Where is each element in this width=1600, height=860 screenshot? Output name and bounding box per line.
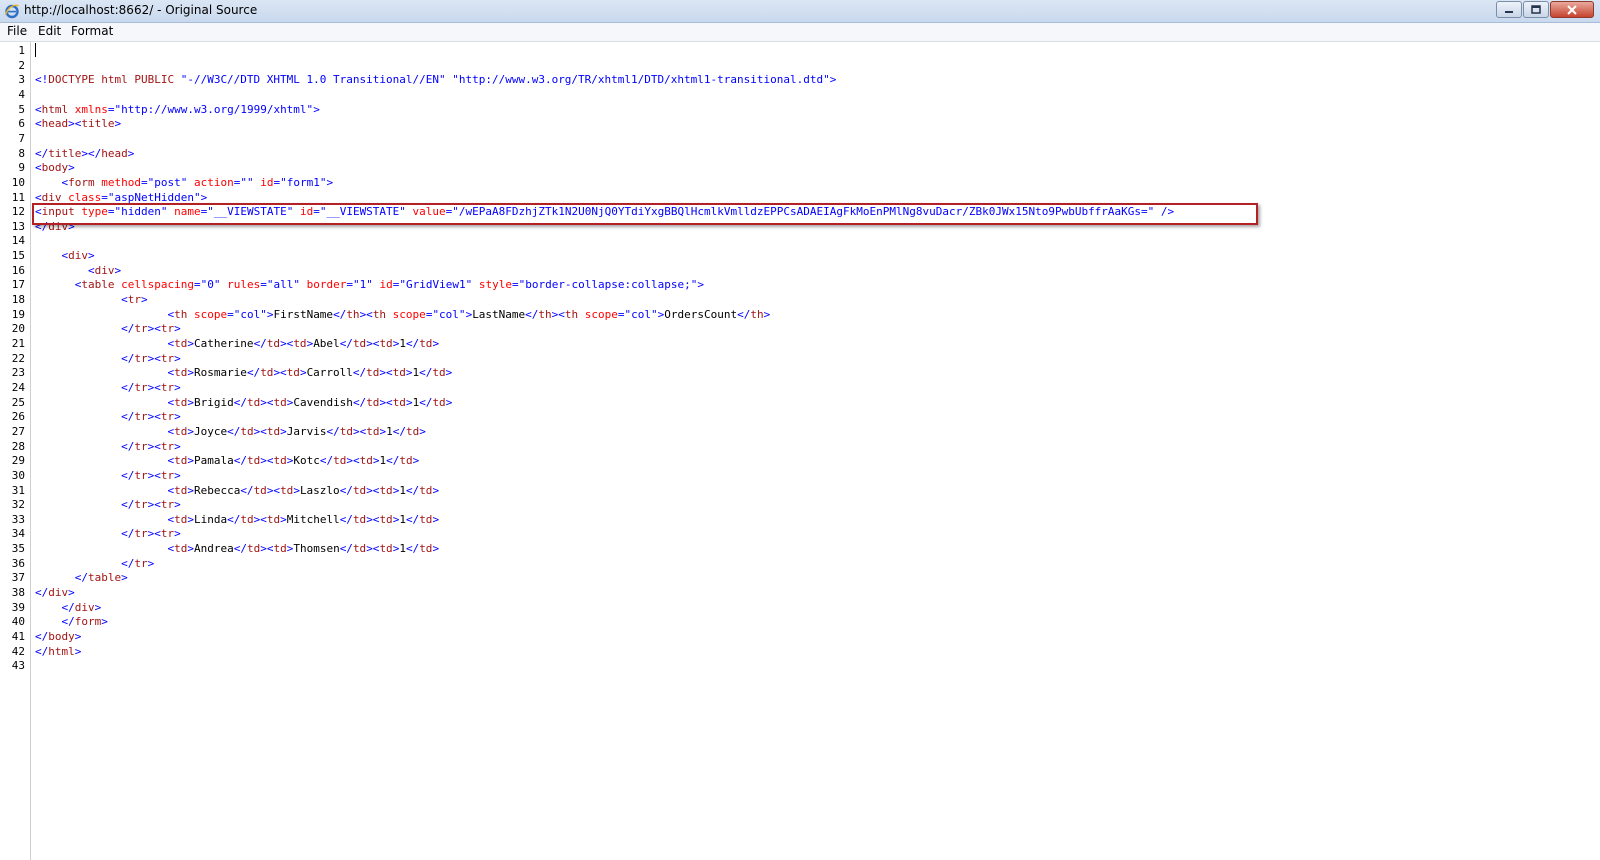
code-line: <td>Brigid</td><td>Cavendish</td><td>1</… <box>167 395 453 409</box>
line-number: 20 <box>11 322 25 336</box>
line-number: 43 <box>11 659 25 673</box>
text-cursor <box>35 43 36 57</box>
line-number: 16 <box>11 263 25 277</box>
line-number: 40 <box>11 615 25 629</box>
code-line: <div> <box>87 263 122 277</box>
code-line: </tr><tr> <box>121 498 181 512</box>
line-number: 5 <box>18 102 25 116</box>
close-button[interactable] <box>1550 1 1594 18</box>
line-number-gutter: 1 2 3 4 5 6 7 8 9 10 11 12 13 14 15 16 17 18 19 20 21 22 23 24 2… <box>0 42 31 860</box>
line-number: 4 <box>18 87 25 101</box>
line-number: 17 <box>11 278 25 292</box>
line-number: 35 <box>11 542 25 556</box>
code-line: <td>Rebecca</td><td>Laszlo</td><td>1</td… <box>167 483 440 497</box>
code-line: <head><title> <box>35 117 122 131</box>
menu-file[interactable]: File <box>7 24 27 38</box>
line-number: 19 <box>11 307 25 321</box>
line-number: 7 <box>18 131 25 145</box>
line-number: 21 <box>11 337 25 350</box>
line-number: 37 <box>11 571 25 585</box>
close-icon <box>1567 4 1577 15</box>
code-line: </form> <box>61 615 108 629</box>
code-line: <td>Catherine</td><td>Abel</td><td>1</td… <box>167 337 440 350</box>
code-line: </tr><tr> <box>121 527 181 541</box>
line-number: 24 <box>11 380 25 394</box>
line-number: 15 <box>11 249 25 263</box>
code-line: <td>Pamala</td><td>Kotc</td><td>1</td> <box>167 454 420 468</box>
minimize-icon <box>1505 10 1513 13</box>
line-number: 2 <box>18 58 25 72</box>
code-line: <div> <box>61 249 95 263</box>
code-line: </tr><tr> <box>121 439 181 453</box>
code-line: <html xmlns="http://www.w3.org/1999/xhtm… <box>35 102 320 116</box>
line-number: 14 <box>11 234 25 248</box>
line-number: 12 <box>11 205 25 219</box>
line-number: 26 <box>11 410 25 424</box>
line-number: 6 <box>18 117 25 131</box>
code-line: <table cellspacing="0" rules="all" borde… <box>74 278 705 292</box>
line-number: 34 <box>11 527 25 541</box>
code-line: </tr><tr> <box>121 322 181 336</box>
line-number: 36 <box>11 556 25 570</box>
line-number: 33 <box>11 512 25 526</box>
title-bar: http://localhost:8662/ - Original Source <box>0 0 1600 23</box>
line-number: 25 <box>11 395 25 409</box>
window-title: http://localhost:8662/ - Original Source <box>24 3 258 17</box>
menu-format[interactable]: Format <box>71 24 113 38</box>
line-number: 11 <box>11 190 25 204</box>
line-number: 18 <box>11 293 25 307</box>
code-line: <td>Rosmarie</td><td>Carroll</td><td>1</… <box>167 366 453 380</box>
code-line: <th scope="col">FirstName</th><th scope=… <box>167 307 771 321</box>
window-controls <box>1495 1 1594 19</box>
line-number: 27 <box>11 424 25 438</box>
line-number: 28 <box>11 439 25 453</box>
internet-explorer-icon <box>4 4 19 19</box>
code-line: <body> <box>35 161 75 175</box>
line-number: 31 <box>11 483 25 497</box>
viewstate-highlight-box <box>32 203 1258 225</box>
line-number: 41 <box>11 630 25 643</box>
line-number: 23 <box>11 366 25 380</box>
maximize-icon <box>1531 4 1541 14</box>
line-number: 42 <box>11 644 25 658</box>
code-line: </title></head> <box>35 146 135 160</box>
line-number: 38 <box>11 586 25 600</box>
code-line: </tr><tr> <box>121 351 181 365</box>
line-number: 13 <box>11 219 25 233</box>
line-number: 30 <box>11 468 25 482</box>
line-number: 10 <box>11 175 25 189</box>
line-number: 22 <box>11 351 25 365</box>
code-line: </tr> <box>121 556 155 570</box>
code-line: </body> <box>35 630 82 643</box>
code-line: </tr><tr> <box>121 380 181 394</box>
line-number: 39 <box>11 600 25 614</box>
source-editor[interactable]: 1 2 3 4 5 6 7 8 9 10 11 12 13 14 15 16 17 18 19 20 21 22 23 24 2… <box>0 42 1600 860</box>
code-line: <tr> <box>121 293 148 307</box>
code-line: <form method="post" action="" id="form1"… <box>61 175 334 189</box>
code-line: </html> <box>35 644 82 658</box>
line-number: 32 <box>11 498 25 512</box>
maximize-button[interactable] <box>1523 1 1549 18</box>
code-line: <td>Linda</td><td>Mitchell</td><td>1</td… <box>167 512 440 526</box>
code-line: </tr><tr> <box>121 410 181 424</box>
code-line: <!DOCTYPE html PUBLIC "-//W3C//DTD XHTML… <box>35 73 837 87</box>
line-number: 8 <box>18 146 25 160</box>
code-line: </div> <box>35 586 75 600</box>
menu-edit[interactable]: Edit <box>38 24 61 38</box>
line-number: 3 <box>18 73 25 87</box>
code-line: <td>Joyce</td><td>Jarvis</td><td>1</td> <box>167 424 426 438</box>
line-number: 29 <box>11 454 25 468</box>
code-line: </div> <box>61 600 102 614</box>
menu-bar: File Edit Format <box>0 23 1600 42</box>
code-line: </table> <box>74 571 128 585</box>
line-number: 9 <box>18 161 25 175</box>
minimize-button[interactable] <box>1496 1 1522 18</box>
line-number: 1 <box>18 44 25 57</box>
code-line: </tr><tr> <box>121 468 181 482</box>
code-line: <td>Andrea</td><td>Thomsen</td><td>1</td… <box>167 542 440 556</box>
